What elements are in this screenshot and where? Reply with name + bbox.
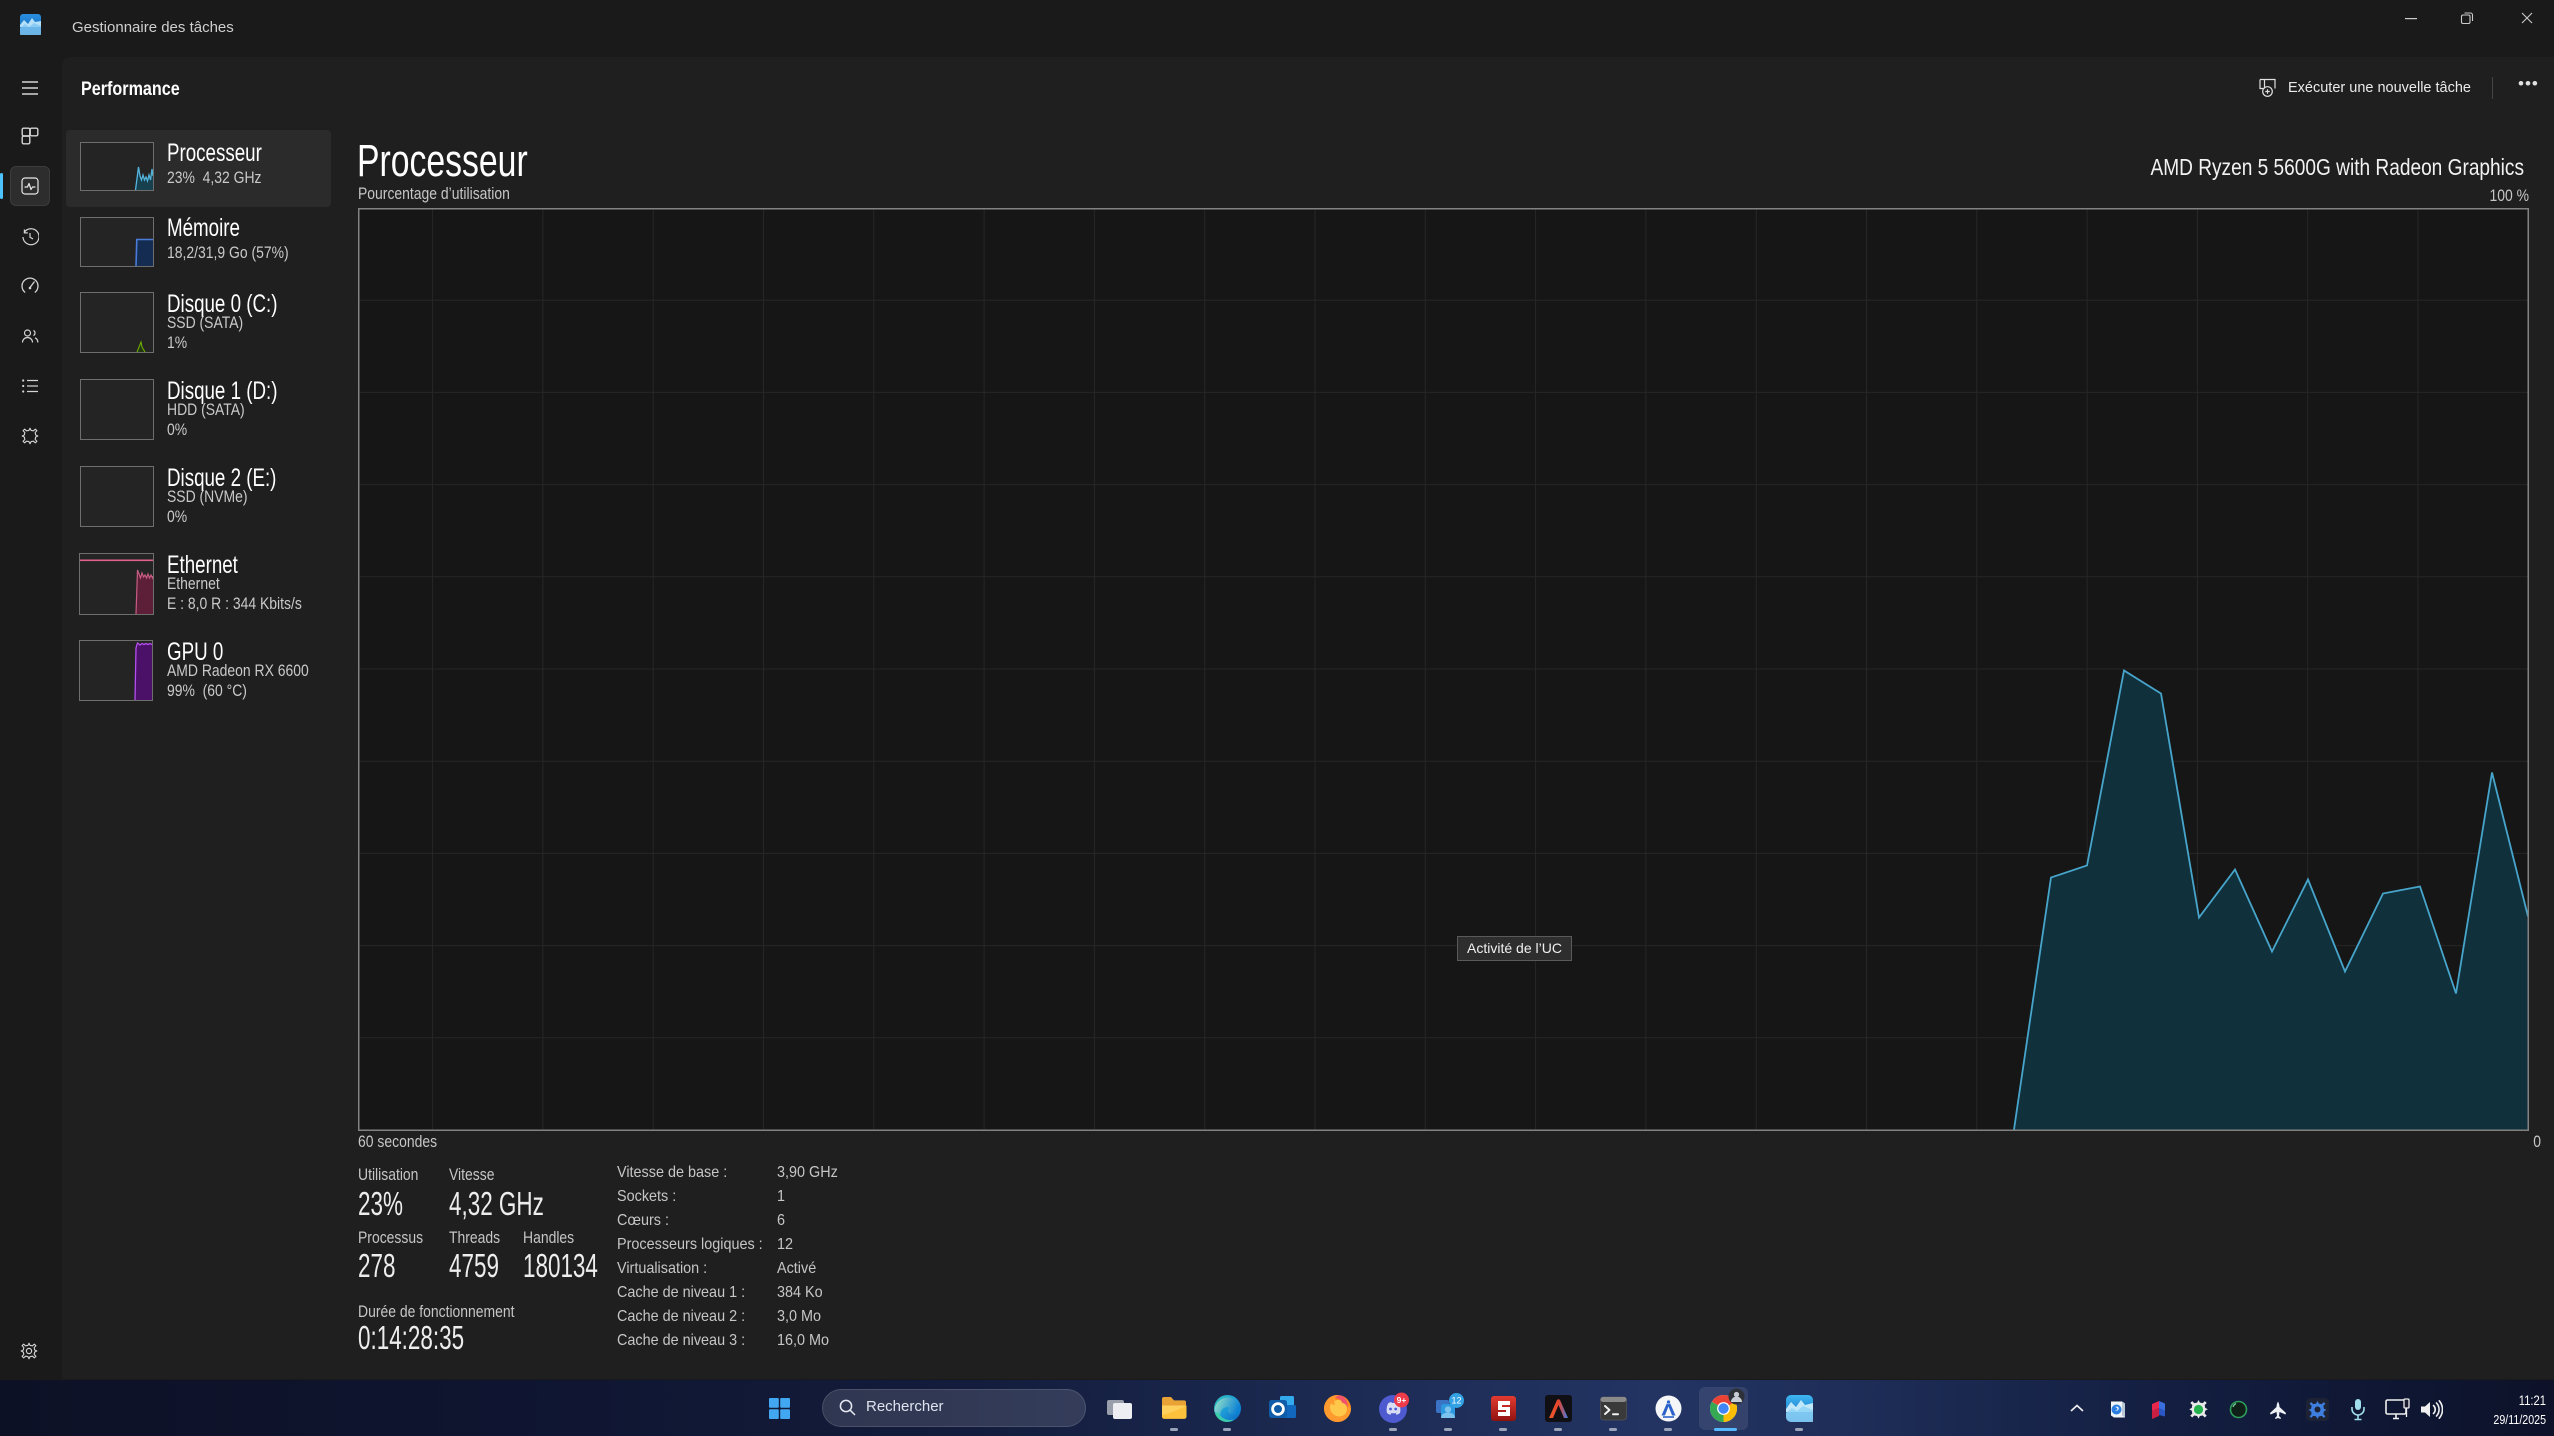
svg-text:12: 12: [1451, 1396, 1461, 1406]
svg-text:9+: 9+: [1397, 1395, 1407, 1405]
